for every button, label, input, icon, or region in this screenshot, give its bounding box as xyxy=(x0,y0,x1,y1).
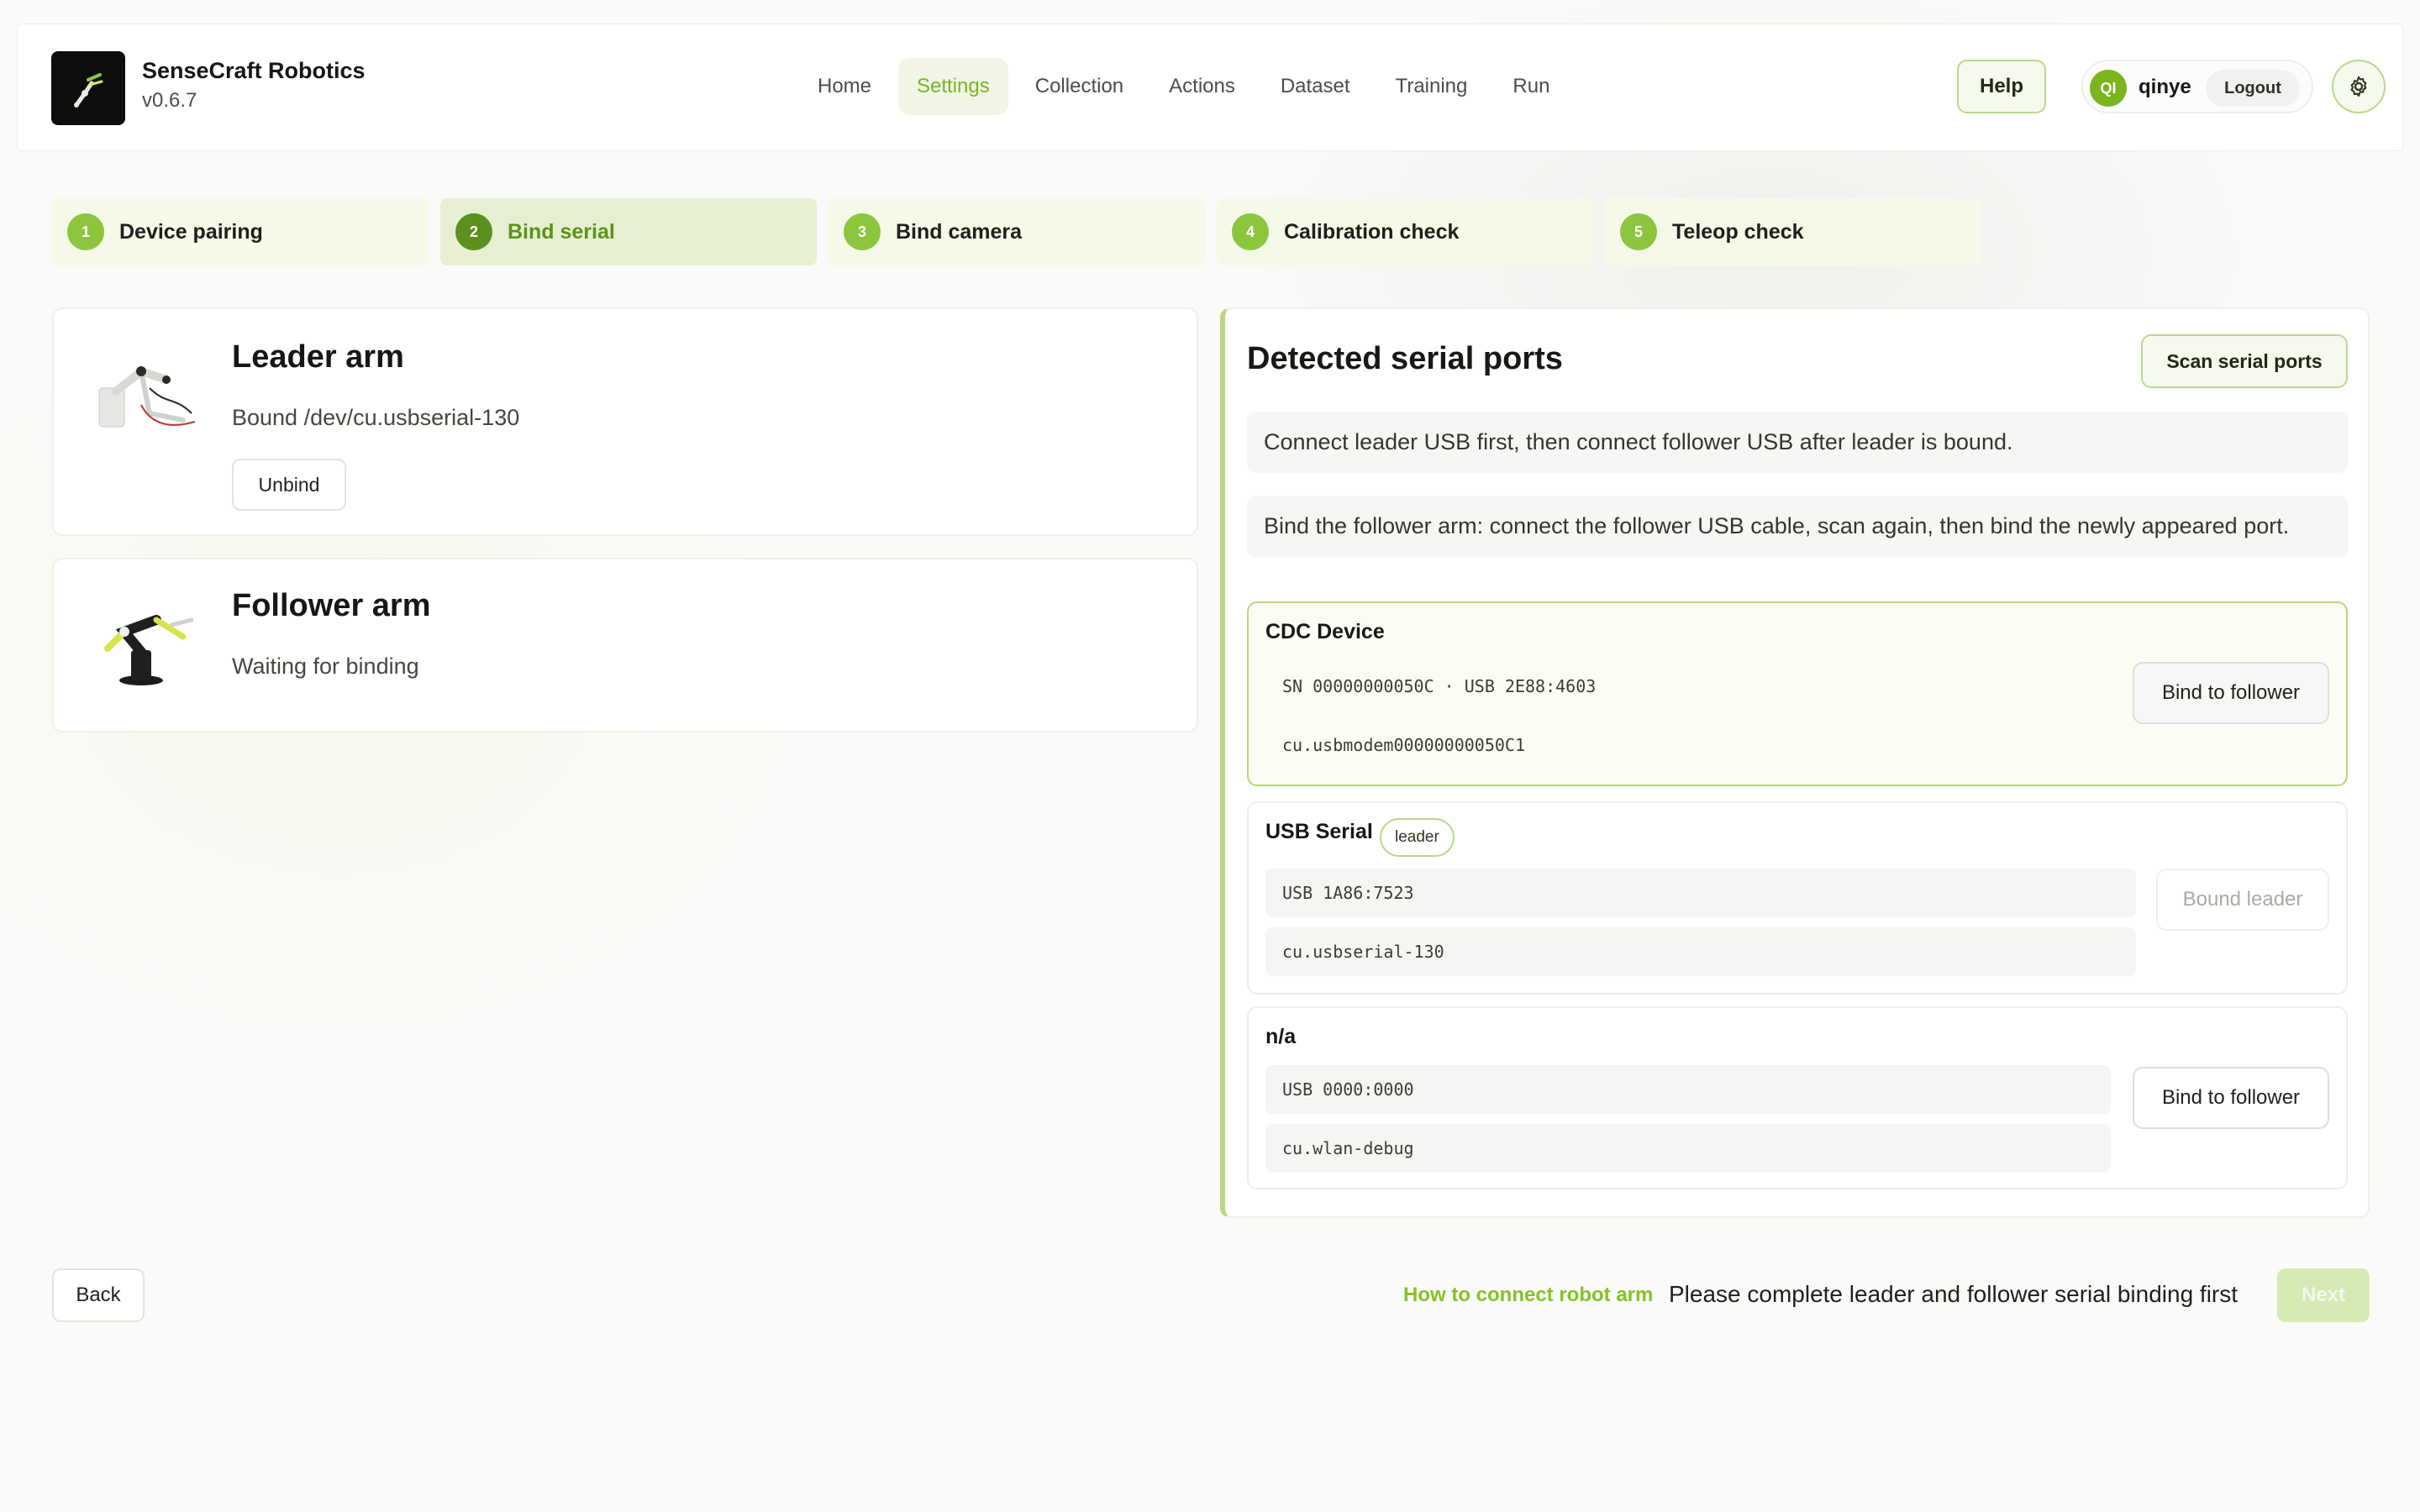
bind-to-follower-button[interactable]: Bind to follower xyxy=(2133,662,2329,724)
port-name: CDC Device xyxy=(1265,620,1385,643)
port-device-path: cu.wlan-debug xyxy=(1265,1124,2111,1173)
unbind-button[interactable]: Unbind xyxy=(232,459,346,511)
nav-collection[interactable]: Collection xyxy=(1017,58,1142,115)
port-item[interactable]: n/a USB 0000:0000 cu.wlan-debug Bind to … xyxy=(1247,1006,2348,1189)
back-button[interactable]: Back xyxy=(52,1268,145,1322)
step-label: Bind serial xyxy=(508,219,615,244)
step-label: Calibration check xyxy=(1284,219,1460,244)
serial-ports-panel: Detected serial ports Scan serial ports … xyxy=(1220,307,2370,1218)
port-usb-info: USB 0000:0000 xyxy=(1265,1065,2111,1114)
follower-arm-title: Follower arm xyxy=(232,588,431,623)
step-bind-camera[interactable]: 3 Bind camera xyxy=(829,198,1205,265)
leader-arm-card: Leader arm Bound /dev/cu.usbserial-130 U… xyxy=(52,307,1198,536)
leader-arm-status: Bound /dev/cu.usbserial-130 xyxy=(232,405,520,430)
app-logo[interactable] xyxy=(51,51,125,125)
follower-instructions-note: Bind the follower arm: connect the follo… xyxy=(1247,496,2348,557)
leader-arm-title: Leader arm xyxy=(232,339,404,375)
nav-dataset[interactable]: Dataset xyxy=(1262,58,1369,115)
scan-serial-ports-button[interactable]: Scan serial ports xyxy=(2141,334,2348,388)
step-bind-serial[interactable]: 2 Bind serial xyxy=(440,198,817,265)
port-item[interactable]: USB Serial leader USB 1A86:7523 cu.usbse… xyxy=(1247,801,2348,995)
logout-button[interactable]: Logout xyxy=(2206,70,2300,107)
port-usb-info: USB 1A86:7523 xyxy=(1265,869,2136,917)
port-item[interactable]: CDC Device SN 00000000050C · USB 2E88:46… xyxy=(1247,601,2348,786)
step-device-pairing[interactable]: 1 Device pairing xyxy=(52,198,429,265)
port-name: USB Serial xyxy=(1265,820,1373,843)
port-usb-info: SN 00000000050C · USB 2E88:4603 xyxy=(1282,676,1597,696)
step-teleop-check[interactable]: 5 Teleop check xyxy=(1605,198,1981,265)
setup-stepper: 1 Device pairing 2 Bind serial 3 Bind ca… xyxy=(52,198,1981,265)
top-header: SenseCraft Robotics v0.6.7 Home Settings… xyxy=(17,24,2403,151)
leader-badge: leader xyxy=(1380,818,1455,857)
step-label: Teleop check xyxy=(1672,219,1804,244)
nav-training[interactable]: Training xyxy=(1377,58,1486,115)
binding-required-message: Please complete leader and follower seri… xyxy=(1669,1281,2238,1307)
port-device-path: cu.usbserial-130 xyxy=(1265,927,2136,976)
leader-arm-image-icon xyxy=(98,366,196,428)
step-number: 3 xyxy=(844,213,881,250)
robot-arm-logo-icon xyxy=(74,73,103,108)
user-menu[interactable]: QI qinye Logout xyxy=(2081,60,2313,113)
follower-arm-card: Follower arm Waiting for binding xyxy=(52,558,1198,732)
nav-settings[interactable]: Settings xyxy=(898,58,1008,115)
panel-title: Detected serial ports xyxy=(1247,341,1563,376)
app-version: v0.6.7 xyxy=(142,89,197,112)
username: qinye xyxy=(2139,76,2191,98)
app-name: SenseCraft Robotics xyxy=(142,58,366,83)
step-label: Bind camera xyxy=(896,219,1023,244)
step-number: 1 xyxy=(67,213,104,250)
nav-actions[interactable]: Actions xyxy=(1150,58,1254,115)
help-button[interactable]: Help xyxy=(1957,60,2046,113)
nav-home[interactable]: Home xyxy=(799,58,890,115)
next-button[interactable]: Next xyxy=(2277,1268,2370,1322)
step-calibration-check[interactable]: 4 Calibration check xyxy=(1217,198,1593,265)
how-to-connect-link[interactable]: How to connect robot arm xyxy=(1403,1284,1653,1307)
main-nav: Home Settings Collection Actions Dataset… xyxy=(799,58,1568,115)
step-number: 5 xyxy=(1620,213,1657,250)
step-number: 2 xyxy=(455,213,492,250)
follower-arm-status: Waiting for binding xyxy=(232,654,419,679)
bound-leader-button[interactable]: Bound leader xyxy=(2156,869,2329,931)
step-label: Device pairing xyxy=(119,219,263,244)
settings-button[interactable] xyxy=(2332,60,2386,113)
nav-run[interactable]: Run xyxy=(1494,58,1568,115)
port-device-path: cu.usbmodem00000000050C1 xyxy=(1282,735,1525,755)
step-number: 4 xyxy=(1232,213,1269,250)
gear-icon xyxy=(2350,76,2367,97)
connect-order-note: Connect leader USB first, then connect f… xyxy=(1247,412,2348,473)
follower-arm-image-icon xyxy=(104,615,194,685)
bind-to-follower-button[interactable]: Bind to follower xyxy=(2133,1067,2329,1129)
avatar: QI xyxy=(2090,70,2127,107)
port-name: n/a xyxy=(1265,1025,1297,1048)
